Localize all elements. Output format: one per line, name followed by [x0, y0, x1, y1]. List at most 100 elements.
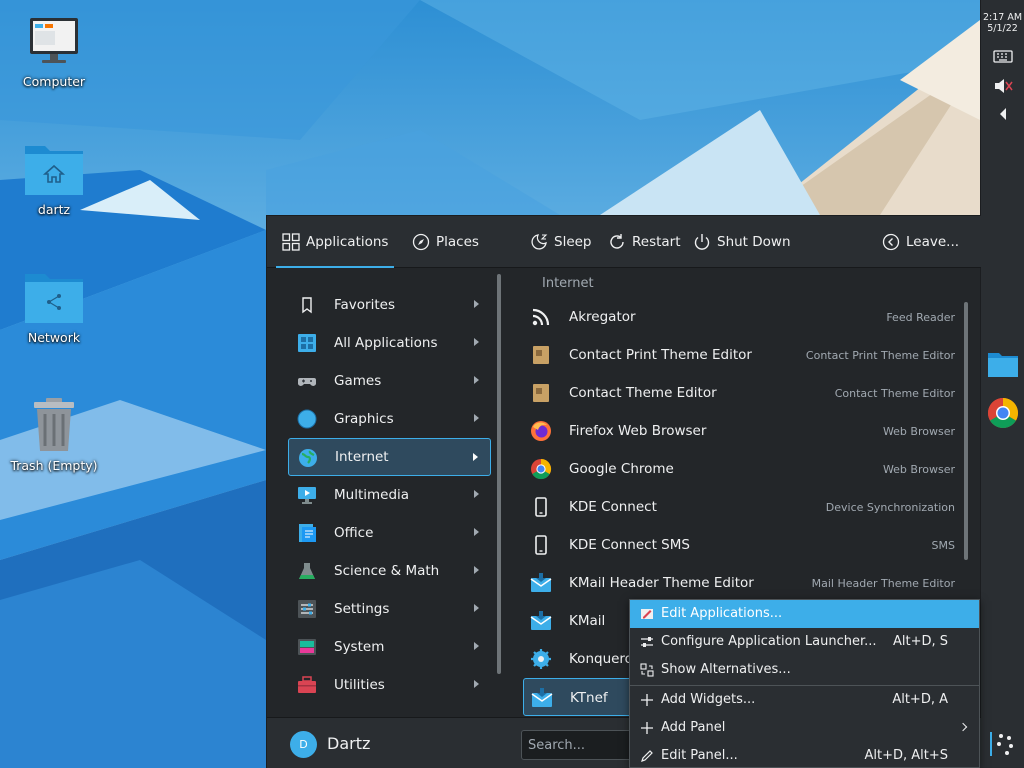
desktop-icon-label: Computer: [22, 74, 86, 89]
chevron-right-icon: [474, 376, 479, 384]
menu-item-show-alternatives[interactable]: Show Alternatives...: [630, 656, 979, 684]
sleep-button[interactable]: Sleep: [530, 216, 592, 268]
sidebar-scrollbar[interactable]: [497, 274, 501, 674]
app-kde-connect[interactable]: KDE Connect Device Synchronization: [523, 488, 961, 526]
chrome-icon[interactable]: [981, 391, 1024, 435]
chevron-right-icon: [474, 528, 479, 536]
app-kmail-header-theme-editor[interactable]: KMail Header Theme Editor Mail Header Th…: [523, 564, 961, 602]
chevron-right-icon: [474, 642, 479, 650]
action-label: Leave...: [906, 234, 960, 250]
app-firefox[interactable]: Firefox Web Browser Web Browser: [523, 412, 961, 450]
leave-icon: [882, 233, 900, 251]
menu-item-label: Add Panel: [661, 720, 726, 735]
category-graphics[interactable]: Graphics: [288, 400, 491, 438]
category-utilities[interactable]: Utilities: [288, 666, 491, 704]
restart-button[interactable]: Restart: [608, 216, 681, 268]
context-menu: Edit Applications... Configure Applicati…: [629, 599, 980, 768]
graphics-icon: [297, 409, 317, 429]
menu-item-add-panel[interactable]: Add Panel: [630, 714, 979, 742]
category-office[interactable]: Office: [288, 514, 491, 552]
applist-scrollbar[interactable]: [964, 302, 968, 560]
avatar[interactable]: D: [290, 731, 317, 758]
tab-label: Places: [436, 234, 479, 250]
menu-item-shortcut: Alt+D, S: [892, 634, 948, 649]
category-science-math[interactable]: Science & Math: [288, 552, 491, 590]
grid-icon: [282, 233, 300, 251]
app-name: Contact Theme Editor: [569, 385, 717, 401]
menu-item-shortcut: Alt+D, A: [892, 692, 948, 707]
kmail-icon: [530, 611, 552, 630]
menu-item-label: Add Widgets...: [661, 692, 756, 707]
category-games[interactable]: Games: [288, 362, 491, 400]
app-name: Firefox Web Browser: [569, 423, 707, 439]
digital-clock[interactable]: 2:17 AM 5/1/22: [981, 12, 1024, 34]
category-sidebar: Favorites All Applications Games Graphic…: [267, 268, 503, 717]
action-label: Shut Down: [717, 234, 791, 250]
kmail-icon: [530, 573, 552, 592]
category-settings[interactable]: Settings: [288, 590, 491, 628]
settings-icon: [298, 600, 316, 618]
chevron-right-icon: [474, 604, 479, 612]
desktop-icon-computer[interactable]: Computer: [4, 14, 104, 89]
category-label: Science & Math: [334, 563, 440, 579]
app-description: Feed Reader: [886, 311, 955, 324]
desktop-icon-trash[interactable]: Trash (Empty): [4, 396, 104, 473]
globe-icon: [299, 449, 317, 467]
app-contact-theme-editor[interactable]: Contact Theme Editor Contact Theme Edito…: [523, 374, 961, 412]
firefox-icon: [531, 421, 551, 441]
chevron-right-icon: [474, 300, 479, 308]
compass-icon: [412, 233, 430, 251]
edit-apps-icon: [641, 609, 653, 619]
tab-applications[interactable]: Applications: [276, 216, 395, 268]
desktop-icon-label: dartz: [37, 202, 71, 217]
arrow-left-icon[interactable]: [981, 107, 1024, 125]
app-akregator[interactable]: Akregator Feed Reader: [523, 298, 961, 336]
flask-icon: [299, 563, 315, 579]
plus-icon: [641, 722, 653, 734]
office-icon: [299, 524, 316, 542]
desktop-icon-home-folder[interactable]: dartz: [4, 140, 104, 217]
konqueror-icon: [531, 649, 551, 669]
menu-item-edit-panel[interactable]: Edit Panel... Alt+D, Alt+S: [630, 742, 979, 768]
menu-item-label: Edit Panel...: [661, 748, 738, 763]
app-kde-connect-sms[interactable]: KDE Connect SMS SMS: [523, 526, 961, 564]
gamepad-icon: [298, 378, 316, 386]
category-favorites[interactable]: Favorites: [288, 286, 491, 324]
multimedia-icon: [298, 487, 316, 504]
theme-editor-icon: [533, 346, 549, 364]
app-name: KTnef: [570, 690, 608, 706]
chevron-right-icon: [474, 680, 479, 688]
speaker-muted-icon[interactable]: [981, 77, 1024, 99]
file-manager-icon[interactable]: [981, 342, 1024, 386]
menu-item-edit-applications[interactable]: Edit Applications...: [630, 600, 979, 628]
app-name: KDE Connect: [569, 499, 657, 515]
category-label: Internet: [335, 449, 389, 465]
category-system[interactable]: System: [288, 628, 491, 666]
keyboard-icon[interactable]: [981, 48, 1024, 68]
shut-down-button[interactable]: Shut Down: [693, 216, 791, 268]
tab-places[interactable]: Places: [412, 216, 479, 268]
clock-date: 5/1/22: [987, 23, 1018, 34]
menu-item-add-widgets[interactable]: Add Widgets... Alt+D, A: [630, 686, 979, 714]
action-label: Restart: [632, 234, 681, 250]
category-internet[interactable]: Internet: [288, 438, 491, 476]
category-label: Graphics: [334, 411, 394, 427]
app-description: Contact Theme Editor: [834, 387, 955, 400]
app-name: KMail Header Theme Editor: [569, 575, 754, 591]
clock-time: 2:17 AM: [982, 12, 1023, 23]
chevron-right-icon: [474, 566, 479, 574]
app-google-chrome[interactable]: Google Chrome Web Browser: [523, 450, 961, 488]
menu-item-label: Configure Application Launcher...: [661, 634, 877, 649]
category-multimedia[interactable]: Multimedia: [288, 476, 491, 514]
app-description: SMS: [931, 539, 955, 552]
leave-button[interactable]: Leave...: [882, 216, 959, 268]
kde-launcher-icon[interactable]: [981, 722, 1024, 766]
desktop-icon-network[interactable]: Network: [4, 268, 104, 345]
tab-label: Applications: [306, 234, 389, 250]
toolbox-icon: [298, 676, 316, 693]
chevron-right-icon: [474, 414, 479, 422]
menu-item-configure-launcher[interactable]: Configure Application Launcher... Alt+D,…: [630, 628, 979, 656]
app-contact-print-theme-editor[interactable]: Contact Print Theme Editor Contact Print…: [523, 336, 961, 374]
category-all-applications[interactable]: All Applications: [288, 324, 491, 362]
menu-item-label: Edit Applications...: [661, 606, 783, 621]
